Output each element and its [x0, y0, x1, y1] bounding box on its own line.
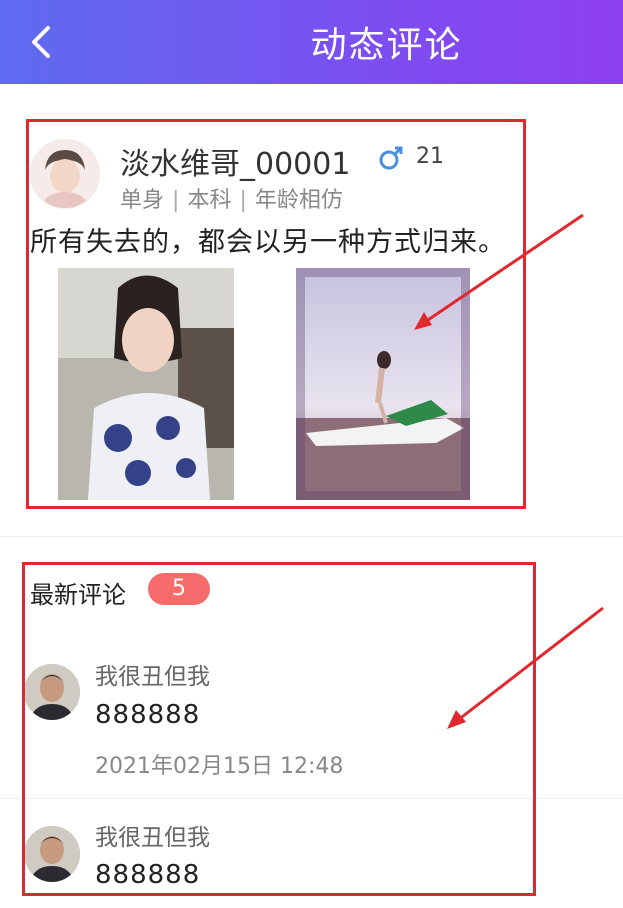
commenter-avatar[interactable]: [24, 664, 80, 720]
user-tags: 单身 | 本科 | 年龄相仿: [120, 182, 343, 214]
comment-count-badge: 5: [148, 573, 210, 605]
comment-text: 888888: [95, 700, 201, 730]
commenter-avatar[interactable]: [24, 826, 80, 882]
commenter-name[interactable]: 我很丑但我: [95, 657, 210, 691]
post-text: 所有失去的，都会以另一种方式归来。: [30, 227, 506, 258]
comment-time: 2021年02月15日 12:48: [95, 754, 344, 779]
tag-age-range: 年龄相仿: [254, 188, 343, 213]
tag-education: 本科: [187, 188, 232, 213]
user-age: 21: [416, 144, 444, 169]
tag-separator: |: [239, 188, 247, 213]
male-icon: [378, 145, 404, 171]
tag-marital: 单身: [120, 188, 165, 213]
comments-title: 最新评论: [30, 581, 126, 609]
user-avatar[interactable]: [30, 139, 100, 209]
commenter-name[interactable]: 我很丑但我: [95, 818, 210, 852]
post-photo[interactable]: [296, 268, 470, 500]
comment-divider: [0, 798, 623, 799]
tag-separator: |: [172, 188, 180, 213]
section-divider: [0, 536, 623, 537]
top-bar: 动态评论: [0, 0, 623, 84]
page-title: 动态评论: [310, 25, 463, 66]
comment-text: 888888: [95, 860, 201, 890]
username[interactable]: 淡水维哥_00001: [120, 139, 350, 183]
post-photo[interactable]: [58, 268, 234, 500]
